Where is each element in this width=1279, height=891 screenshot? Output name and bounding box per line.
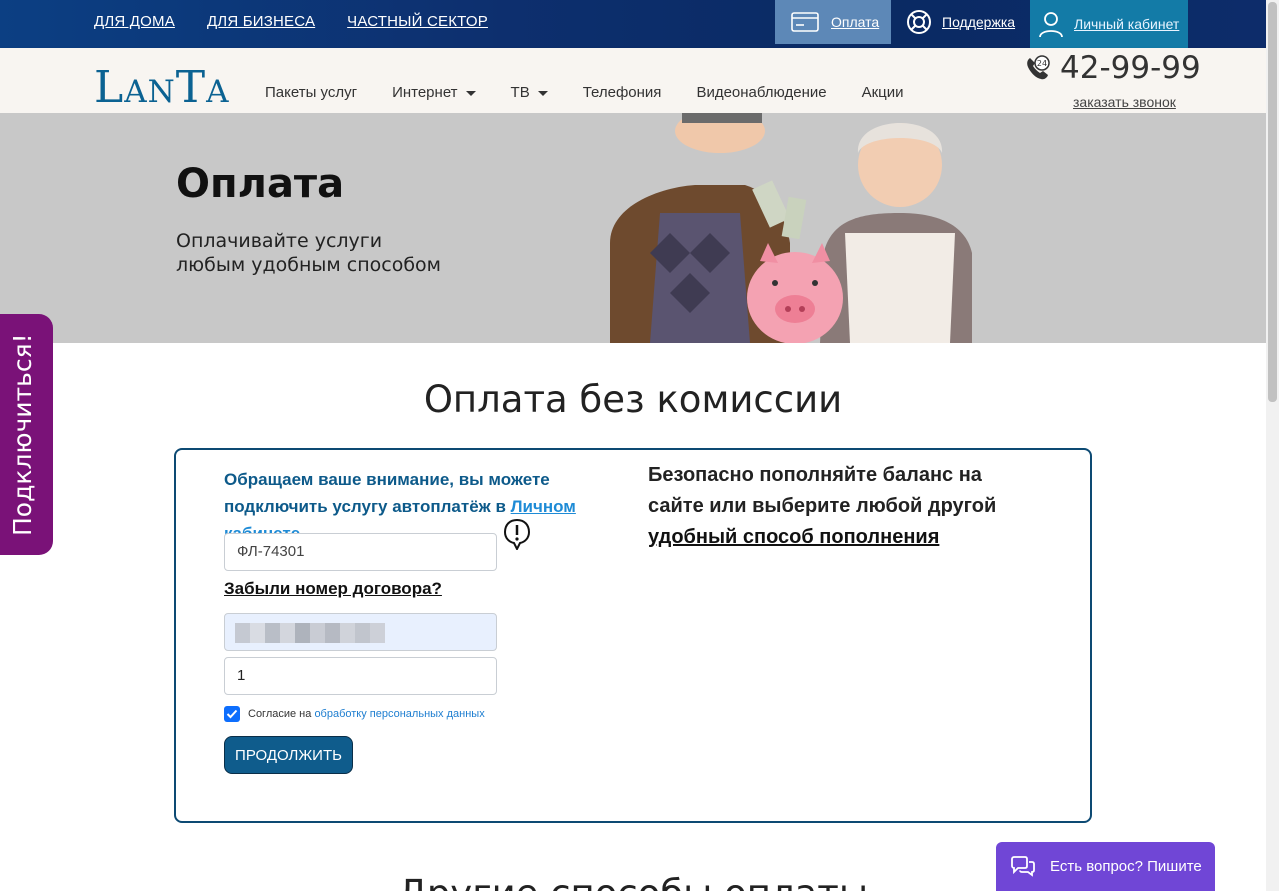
checkmark-icon	[226, 709, 238, 719]
logo-letter: A	[124, 74, 148, 110]
top-nav-private-sector[interactable]: ЧАСТНЫЙ СЕКТОР	[347, 13, 488, 30]
exclamation-bubble-icon[interactable]	[503, 518, 531, 550]
top-nav: ДЛЯ ДОМА ДЛЯ БИЗНЕСА ЧАСТНЫЙ СЕКТОР	[94, 13, 488, 30]
consent-row: Согласие на обработку персональных данны…	[224, 706, 485, 722]
hero-subtitle-line-1: Оплачивайте услуги	[176, 230, 383, 252]
top-nav-home[interactable]: ДЛЯ ДОМА	[94, 13, 175, 30]
nav-packages[interactable]: Пакеты услуг	[265, 84, 357, 101]
amount-input[interactable]: 1	[224, 657, 497, 695]
chevron-down-icon	[465, 90, 476, 96]
nav-tv[interactable]: ТВ	[511, 84, 548, 101]
nav-video-surveillance[interactable]: Видеонаблюдение	[696, 84, 826, 101]
cabinet-link[interactable]: Личный кабинет	[1074, 16, 1179, 32]
chat-widget-button[interactable]: Есть вопрос? Пишите	[996, 842, 1215, 891]
page-scrollbar[interactable]	[1266, 0, 1279, 891]
logo-letter: N	[147, 74, 176, 110]
nav-tv-label: ТВ	[510, 84, 530, 101]
chat-bubbles-icon	[1011, 855, 1035, 877]
chat-label: Есть вопрос? Пишите	[1050, 858, 1202, 875]
payment-tab[interactable]: Оплата	[775, 0, 891, 44]
top-bar: ДЛЯ ДОМА ДЛЯ БИЗНЕСА ЧАСТНЫЙ СЕКТОР Опла…	[0, 0, 1266, 48]
user-icon	[1039, 12, 1063, 38]
phone-badge-label: 24	[1037, 59, 1047, 68]
scrollbar-thumb[interactable]	[1268, 2, 1277, 402]
consent-label: Согласие на обработку персональных данны…	[248, 708, 485, 720]
autofilled-masked-input[interactable]	[224, 613, 497, 651]
phone-24-icon: 24	[1027, 55, 1050, 80]
phone-block[interactable]: 24 42-99-99	[1024, 50, 1201, 86]
hero-photo-elderly-couple-piggy-bank	[610, 113, 972, 343]
payment-link[interactable]: Оплата	[831, 14, 879, 30]
consent-checkbox[interactable]	[224, 706, 240, 722]
convenient-method-link[interactable]: удобный способ пополнения	[648, 526, 939, 548]
support-link[interactable]: Поддержка	[942, 14, 1015, 30]
phone-number[interactable]: 42-99-99	[1060, 50, 1201, 86]
hero-subtitle-line-2: любым удобным способом	[176, 254, 441, 276]
main-nav: Пакеты услуг Интернет ТВ Телефония Видео…	[265, 84, 904, 101]
callback-link[interactable]: заказать звонок	[1073, 94, 1176, 110]
payment-form-box: Обращаем ваше внимание, вы можете подклю…	[174, 448, 1092, 823]
support-link-group[interactable]: Поддержка	[906, 0, 1015, 44]
consent-text: Согласие на	[248, 708, 315, 720]
nav-internet[interactable]: Интернет	[392, 84, 476, 101]
safe-topup-text-body: Безопасно пополняйте баланс на сайте или…	[648, 464, 997, 517]
forgot-contract-link[interactable]: Забыли номер договора?	[224, 579, 442, 599]
logo-letter: A	[206, 74, 230, 110]
continue-button[interactable]: ПРОДОЛЖИТЬ	[224, 736, 353, 774]
hero-title: Оплата	[176, 161, 345, 207]
contract-number-input[interactable]: ФЛ-74301	[224, 533, 497, 571]
nav-telephony[interactable]: Телефония	[583, 84, 662, 101]
nav-internet-label: Интернет	[392, 84, 458, 101]
lifebuoy-icon	[907, 10, 931, 34]
logo-letter: T	[175, 62, 207, 113]
main-header: LANTA Пакеты услуг Интернет ТВ Телефония…	[0, 48, 1266, 113]
cabinet-tab[interactable]: Личный кабинет	[1030, 0, 1188, 48]
masked-value-blur	[235, 623, 385, 643]
nav-promotions[interactable]: Акции	[862, 84, 904, 101]
safe-topup-text: Безопасно пополняйте баланс на сайте или…	[648, 460, 1018, 553]
connect-side-tab-label: Подключиться!	[8, 333, 37, 536]
logo[interactable]: LANTA	[94, 62, 229, 113]
section-title: Оплата без комиссии	[423, 378, 843, 421]
personal-data-link[interactable]: обработку персональных данных	[314, 708, 484, 720]
hero-banner: Оплата Оплачивайте услуги любым удобным …	[0, 113, 1266, 343]
top-nav-business[interactable]: ДЛЯ БИЗНЕСА	[207, 13, 315, 30]
logo-letter: L	[94, 62, 125, 113]
credit-card-icon	[791, 12, 819, 32]
chevron-down-icon	[537, 90, 548, 96]
connect-side-tab[interactable]: Подключиться!	[0, 314, 53, 555]
autopay-notice-text: Обращаем ваше внимание, вы можете подклю…	[224, 470, 550, 516]
hero-subtitle: Оплачивайте услуги любым удобным способо…	[176, 229, 496, 277]
